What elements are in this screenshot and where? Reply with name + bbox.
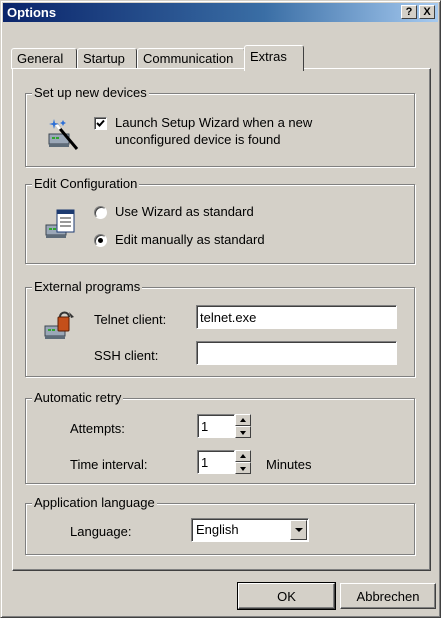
setup-devices-group: Set up new devices Launch Setup Wizard w… xyxy=(25,85,415,167)
automatic-retry-group: Automatic retry Attempts: Time interval:… xyxy=(25,390,415,484)
time-interval-down-button[interactable] xyxy=(235,462,251,474)
time-interval-up-button[interactable] xyxy=(235,450,251,462)
launch-wizard-label-line2: unconfigured device is found xyxy=(115,132,281,147)
help-button[interactable]: ? xyxy=(401,5,417,19)
tab-general[interactable]: General xyxy=(11,48,77,69)
automatic-retry-group-label: Automatic retry xyxy=(32,390,124,405)
external-programs-group: External programs Telnet client: SSH cli… xyxy=(25,279,415,377)
attempts-up-button[interactable] xyxy=(235,414,251,426)
options-dialog: Options ? X General Startup Communicatio… xyxy=(0,0,441,618)
cancel-button[interactable]: Abbrechen xyxy=(340,583,436,609)
arrow-down-icon xyxy=(240,467,246,471)
arrow-down-icon xyxy=(240,431,246,435)
tab-extras[interactable]: Extras xyxy=(244,45,304,71)
ssh-client-label: SSH client: xyxy=(94,348,159,363)
time-interval-unit: Minutes xyxy=(266,457,312,472)
tab-startup[interactable]: Startup xyxy=(77,48,137,69)
telnet-client-label: Telnet client: xyxy=(94,312,167,327)
edit-configuration-group-label: Edit Configuration xyxy=(32,176,140,191)
tab-communication[interactable]: Communication xyxy=(137,48,245,69)
ssh-client-input[interactable] xyxy=(196,341,397,365)
wizard-wand-icon xyxy=(48,119,79,150)
edit-manually-label: Edit manually as standard xyxy=(115,232,265,247)
language-dropdown-button[interactable] xyxy=(290,520,307,540)
title-bar[interactable]: Options ? X xyxy=(3,3,438,22)
checkmark-icon xyxy=(96,119,105,127)
edit-configuration-group: Edit Configuration Use Wizard as standar… xyxy=(25,176,415,264)
attempts-down-button[interactable] xyxy=(235,426,251,438)
application-language-group-label: Application language xyxy=(32,495,157,510)
close-button[interactable]: X xyxy=(419,5,435,19)
time-interval-input[interactable] xyxy=(197,450,235,474)
window-title: Options xyxy=(7,5,57,20)
language-select-value: English xyxy=(196,522,239,537)
attempts-label: Attempts: xyxy=(70,421,125,436)
language-label: Language: xyxy=(70,524,132,539)
attempts-spinner xyxy=(235,414,251,438)
chevron-down-icon xyxy=(295,528,303,532)
use-wizard-label: Use Wizard as standard xyxy=(115,204,254,219)
language-select[interactable]: English xyxy=(191,518,309,542)
configuration-form-icon xyxy=(45,209,75,238)
device-program-icon xyxy=(44,311,74,339)
external-programs-group-label: External programs xyxy=(32,279,143,294)
time-interval-spinner xyxy=(235,450,251,474)
attempts-input[interactable] xyxy=(197,414,235,438)
setup-devices-group-label: Set up new devices xyxy=(32,85,149,100)
time-interval-label: Time interval: xyxy=(70,457,148,472)
telnet-client-input[interactable] xyxy=(196,305,397,329)
launch-wizard-label-line1: Launch Setup Wizard when a new xyxy=(115,115,313,130)
use-wizard-radio[interactable] xyxy=(94,206,107,219)
arrow-up-icon xyxy=(240,418,246,422)
launch-wizard-checkbox[interactable] xyxy=(94,117,107,130)
application-language-group: Application language Language: English xyxy=(25,495,415,555)
ok-button[interactable]: OK xyxy=(237,582,336,610)
edit-manually-radio[interactable] xyxy=(94,234,107,247)
arrow-up-icon xyxy=(240,454,246,458)
